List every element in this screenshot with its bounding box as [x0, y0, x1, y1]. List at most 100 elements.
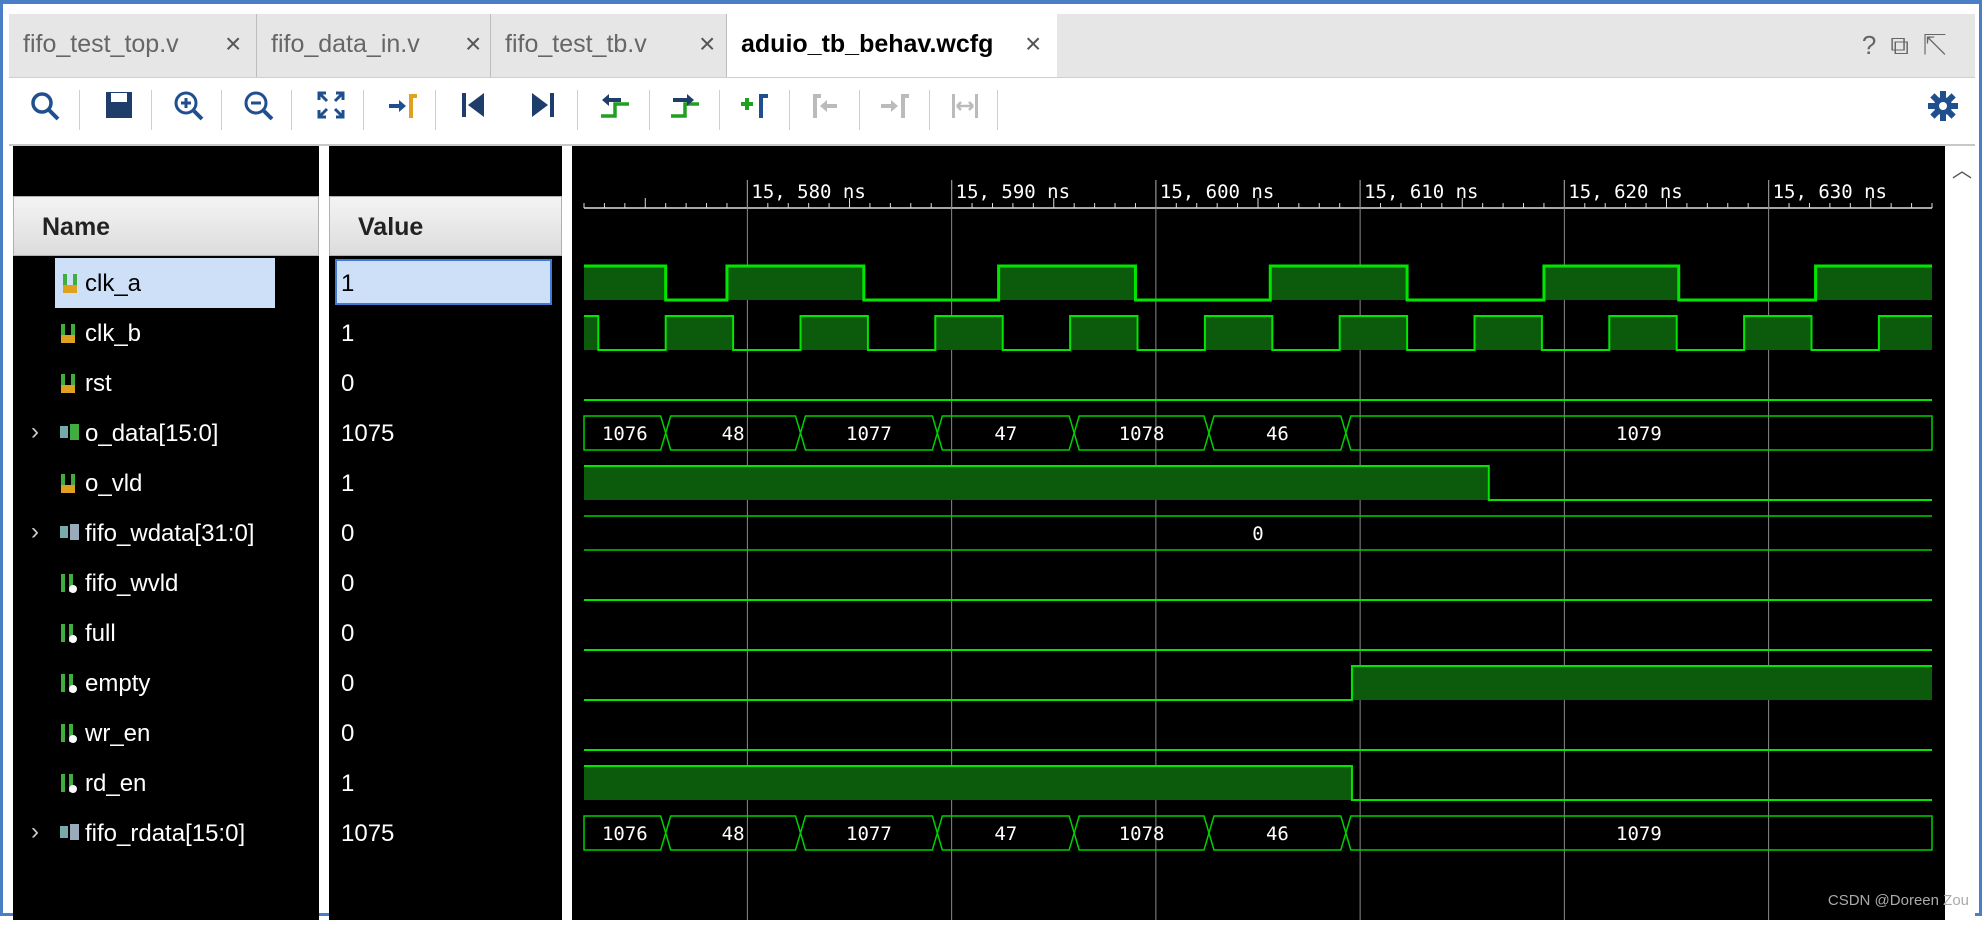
signal-value: 0 [341, 370, 355, 397]
signal-row[interactable]: rst [13, 358, 319, 408]
clk-a-wave-fill [584, 266, 666, 300]
signal-name: clk_b [85, 320, 142, 347]
value-panel: Value 1 1 0 1075 1 0 0 0 0 0 1 1075 [329, 146, 562, 920]
signal-row[interactable]: › fifo_rdata[15:0] [13, 808, 319, 858]
time-label: 15, 580 ns [751, 181, 865, 203]
value-row[interactable]: 1 [329, 758, 562, 808]
signal-icon [59, 721, 79, 745]
signal-row[interactable]: empty [13, 658, 319, 708]
value-row[interactable]: 1 [329, 458, 562, 508]
signal-icon [59, 321, 79, 345]
go-to-time-zero-icon[interactable] [453, 90, 493, 130]
name-column-header[interactable]: Name [13, 196, 319, 256]
tab-bar: fifo_test_top.v × fifo_data_in.v × fifo_… [9, 14, 1975, 78]
add-marker-icon[interactable] [735, 90, 775, 130]
value-row[interactable]: 1075 [329, 808, 562, 858]
help-icon[interactable]: ? [1862, 30, 1890, 60]
tab-fifo-test-top[interactable]: fifo_test_top.v × [9, 14, 257, 77]
close-icon[interactable]: × [699, 30, 715, 58]
selected-value-box: 1 [335, 259, 552, 305]
signal-row[interactable]: wr_en [13, 708, 319, 758]
tab-label: fifo_test_top.v [23, 30, 179, 58]
clk-a-wave-fill [998, 266, 1136, 300]
go-to-cursor-icon[interactable] [381, 90, 421, 130]
rd-en-wave-fill [584, 766, 1352, 800]
swap-cursors-icon[interactable] [945, 90, 985, 130]
clk-b-wave-fill [665, 316, 734, 350]
settings-icon[interactable] [1923, 90, 1963, 130]
signal-row[interactable]: clk_b [13, 308, 319, 358]
expand-chevron-icon[interactable]: › [31, 518, 39, 546]
signal-value: 1075 [341, 820, 395, 847]
clk-b-wave-fill [935, 316, 1003, 350]
value-row[interactable]: 0 [329, 608, 562, 658]
clk-b-wave-fill [1609, 316, 1677, 350]
signal-row[interactable]: › fifo_wdata[31:0] [13, 508, 319, 558]
o-data-bus-value-label: 1076 [602, 423, 648, 445]
signal-icon [59, 771, 79, 795]
signal-value: 1 [341, 320, 355, 347]
signal-value: 0 [341, 720, 355, 747]
signal-icon [59, 621, 79, 645]
next-marker-icon[interactable] [875, 90, 915, 130]
signal-row[interactable]: rd_en [13, 758, 319, 808]
fifo-rdata-value-label: 47 [994, 823, 1017, 845]
clk-b-wave-fill [1070, 316, 1138, 350]
o-data-bus-value-label: 1079 [1616, 423, 1662, 445]
vertical-scrollbar[interactable]: ︿ [1945, 146, 1975, 920]
close-icon[interactable]: × [1025, 30, 1041, 58]
fifo-wdata-value-label: 0 [1252, 523, 1263, 545]
search-icon[interactable] [25, 90, 65, 130]
clk-b-wave-fill [1744, 316, 1812, 350]
previous-transition-icon[interactable] [595, 90, 635, 130]
signal-icon [59, 821, 79, 845]
signal-row[interactable]: clk_a [13, 258, 319, 308]
value-row[interactable]: 1 [329, 258, 562, 308]
value-row[interactable]: 1075 [329, 408, 562, 458]
signal-value: 0 [341, 520, 355, 547]
clk-b-wave-fill [800, 316, 868, 350]
signal-icon [61, 271, 81, 295]
zoom-out-icon[interactable] [239, 90, 279, 130]
restore-icon[interactable]: ⧉ [1890, 30, 1923, 60]
save-icon[interactable] [99, 90, 139, 130]
waveform-canvas[interactable]: 15, 580 ns 15, 590 ns 15, 600 ns 15, 610 ns… [572, 146, 1945, 920]
signal-row[interactable]: o_vld [13, 458, 319, 508]
close-icon[interactable]: × [225, 30, 241, 58]
time-label: 15, 600 ns [1160, 181, 1274, 203]
value-column-header[interactable]: Value [329, 196, 562, 256]
waveform-window: fifo_test_top.v × fifo_data_in.v × fifo_… [0, 0, 1982, 920]
zoom-in-icon[interactable] [169, 90, 209, 130]
value-row[interactable]: 0 [329, 708, 562, 758]
value-row[interactable]: 0 [329, 558, 562, 608]
go-to-last-time-icon[interactable] [523, 90, 563, 130]
signal-row[interactable]: › o_data[15:0] [13, 408, 319, 458]
signal-name: o_vld [85, 470, 143, 497]
maximize-icon[interactable]: ⇱ [1923, 30, 1961, 60]
signal-icon [59, 421, 79, 445]
expand-chevron-icon[interactable]: › [31, 418, 39, 446]
expand-chevron-icon[interactable]: › [31, 818, 39, 846]
signal-name: fifo_rdata[15:0] [85, 820, 246, 847]
next-transition-icon[interactable] [665, 90, 705, 130]
scroll-up-icon[interactable]: ︿ [1952, 154, 1972, 183]
tab-fifo-test-tb[interactable]: fifo_test_tb.v × [491, 14, 727, 77]
value-row[interactable]: 0 [329, 658, 562, 708]
empty-wave-fill [1351, 666, 1932, 700]
tab-aduio-tb-behav[interactable]: aduio_tb_behav.wcfg × [727, 14, 1057, 77]
value-row[interactable]: 1 [329, 308, 562, 358]
o-data-bus-value-label: 1078 [1119, 423, 1165, 445]
signal-name: fifo_wvld [85, 570, 179, 597]
tab-fifo-data-in[interactable]: fifo_data_in.v × [257, 14, 491, 77]
zoom-fit-icon[interactable] [311, 90, 351, 130]
panel-splitter[interactable] [562, 146, 572, 920]
value-row[interactable]: 0 [329, 358, 562, 408]
close-icon[interactable]: × [465, 30, 481, 58]
signal-icon [59, 471, 79, 495]
time-label: 15, 630 ns [1773, 181, 1887, 203]
signal-row[interactable]: fifo_wvld [13, 558, 319, 608]
value-row[interactable]: 0 [329, 508, 562, 558]
signal-row[interactable]: full [13, 608, 319, 658]
previous-marker-icon[interactable] [805, 90, 845, 130]
waveform-area[interactable]: 15, 580 ns 15, 590 ns 15, 600 ns 15, 610 ns… [572, 146, 1945, 920]
